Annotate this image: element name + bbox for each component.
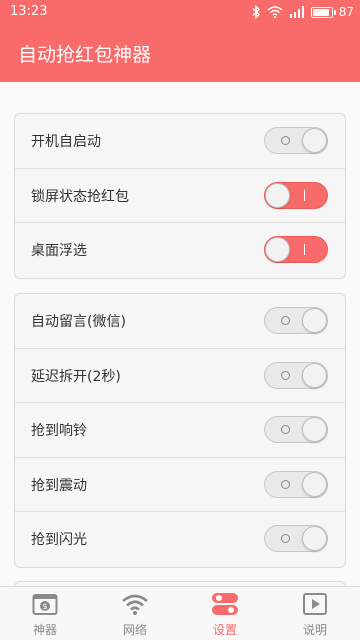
setting-row-autostart[interactable]: 开机自启动 <box>15 114 345 169</box>
toggle-off-mark <box>281 370 290 380</box>
autostart-toggle[interactable] <box>264 127 328 154</box>
vibrate-toggle[interactable] <box>264 470 328 498</box>
tab-shenqi[interactable]: $ 神器 <box>0 587 90 640</box>
settings-card-general: 开机自启动 锁屏状态抢红包 桌面浮选 <box>14 113 346 279</box>
tab-label: 神器 <box>32 623 57 637</box>
toggle-knob <box>302 471 327 497</box>
ring-toggle[interactable] <box>264 416 328 443</box>
toggle-knob <box>302 526 327 551</box>
app-title: 自动抢红包神器 <box>18 44 152 66</box>
setting-row-vibrate[interactable]: 抢到震动 <box>15 458 345 512</box>
flash-toggle[interactable] <box>264 525 328 552</box>
auto-reply-toggle[interactable] <box>264 307 328 334</box>
toggle-off-mark <box>281 425 290 434</box>
bluetooth-icon <box>251 5 261 19</box>
wifi-icon <box>121 591 149 617</box>
settings-card-behavior: 自动留言(微信) 延迟拆开(2秒) 抢到响铃 抢到震动 抢到闪光 <box>14 293 346 568</box>
setting-label: 桌面浮选 <box>31 243 87 259</box>
toggle-off-mark <box>281 479 290 489</box>
setting-label: 自动留言(微信) <box>31 314 126 330</box>
tab-network[interactable]: 网络 <box>90 587 180 640</box>
status-icons: 87 <box>251 4 354 20</box>
svg-text:$: $ <box>42 602 47 611</box>
bottom-tab-bar: $ 神器 网络 设置 说明 <box>0 586 360 640</box>
toggle-knob <box>265 237 290 262</box>
tab-label: 网络 <box>122 623 147 637</box>
toggle-knob <box>302 308 327 333</box>
tab-label: 说明 <box>302 623 327 637</box>
app-bar: 自动抢红包神器 <box>0 24 360 82</box>
setting-label: 开机自启动 <box>31 134 101 150</box>
setting-row-floating[interactable]: 桌面浮选 <box>15 223 345 278</box>
setting-label: 延迟拆开(2秒) <box>31 368 121 385</box>
floating-window-toggle[interactable] <box>264 236 328 263</box>
settings-content[interactable]: 开机自启动 锁屏状态抢红包 桌面浮选 自动留言(微信) 延迟拆开(2秒) 抢到响… <box>0 82 360 586</box>
play-doc-icon <box>301 591 329 617</box>
battery-level: 87 <box>338 5 354 19</box>
wallet-icon: $ <box>31 591 59 617</box>
toggle-knob <box>302 362 327 388</box>
status-bar: 13:23 87 <box>0 0 360 24</box>
settings-toggle-icon <box>211 591 239 617</box>
tab-help[interactable]: 说明 <box>270 587 360 640</box>
setting-row-lockscreen[interactable]: 锁屏状态抢红包 <box>15 169 345 223</box>
setting-label: 抢到闪光 <box>31 532 87 548</box>
toggle-on-mark <box>303 189 305 201</box>
setting-label: 抢到响铃 <box>31 423 87 439</box>
tab-settings[interactable]: 设置 <box>180 587 270 640</box>
tab-label: 设置 <box>212 623 237 637</box>
toggle-on-mark <box>303 244 305 255</box>
setting-label: 抢到震动 <box>31 477 87 494</box>
setting-row-auto-reply[interactable]: 自动留言(微信) <box>15 294 345 349</box>
toggle-off-mark <box>281 534 290 543</box>
signal-icon <box>289 6 305 18</box>
delay-open-toggle[interactable] <box>264 361 328 389</box>
status-time: 13:23 <box>10 4 48 19</box>
setting-row-flash[interactable]: 抢到闪光 <box>15 512 345 567</box>
battery-icon <box>310 6 336 18</box>
setting-row-delay[interactable]: 延迟拆开(2秒) <box>15 349 345 403</box>
lockscreen-grab-toggle[interactable] <box>264 181 328 209</box>
toggle-off-mark <box>281 136 290 145</box>
setting-row-ring[interactable]: 抢到响铃 <box>15 403 345 458</box>
toggle-off-mark <box>281 316 290 325</box>
toggle-knob <box>302 128 327 153</box>
toggle-knob <box>302 417 327 442</box>
wifi-icon <box>267 6 283 18</box>
toggle-knob <box>265 182 290 208</box>
setting-label: 锁屏状态抢红包 <box>31 188 129 205</box>
